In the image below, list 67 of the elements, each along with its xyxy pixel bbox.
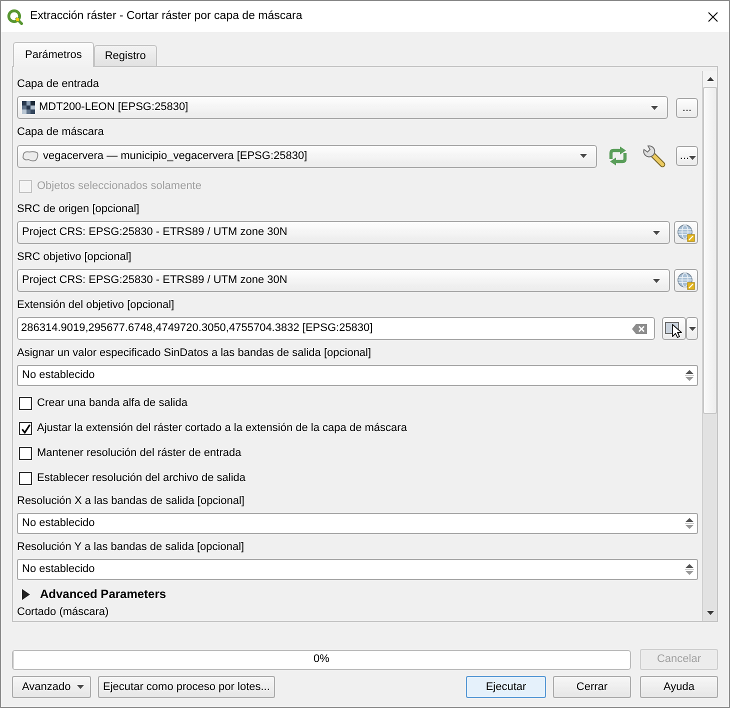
dialog-button[interactable]: Avanzado [12,676,91,698]
caret-icon [651,106,658,110]
checkbox[interactable] [19,447,32,460]
spin-box[interactable]: No establecido [17,559,698,580]
scrollbar-thumb[interactable] [703,87,717,414]
checkbox[interactable] [19,472,32,485]
crs-dropdown[interactable]: Project CRS: EPSG:25830 - ETRS89 / UTM zone 30N [17,269,670,292]
spin-arrows-icon[interactable] [685,516,694,531]
wrench-icon[interactable] [642,144,666,168]
collapsible-header[interactable]: Advanced Parameters [17,585,168,603]
layer-dropdown[interactable]: MDT200-LEON [EPSG:25830] [17,96,668,119]
field-label: SRC objetivo [opcional] [17,250,132,265]
map-cursor-icon [664,320,684,338]
field-label: Capa de máscara [17,125,104,140]
caret-icon [77,685,84,689]
clear-icon[interactable] [632,324,647,334]
crs-button[interactable] [674,221,698,244]
scroll-up-icon[interactable] [706,77,714,81]
checkbox-label: Mantener resolución del ráster de entrada [37,446,242,462]
field-label: Asignar un valor especificado SinDatos a las bandas de salida [opcional] [17,346,372,361]
browse-button[interactable]: ... [676,98,698,118]
close-icon[interactable] [708,12,718,22]
dialog-button[interactable]: Ejecutar como proceso por lotes... [98,676,275,698]
dialog-button[interactable]: Ayuda [640,676,718,698]
scroll-down-icon[interactable] [706,611,714,615]
field-label: SRC de origen [opcional] [17,202,140,217]
caret-icon [580,154,587,158]
extent-field[interactable]: 286314.9019,295677.6748,4749720.3050,4755704.3832 [EPSG:25830] [17,317,655,340]
globe-icon [677,272,695,290]
field-label: Resolución X a las bandas de salida [opcional] [17,494,244,509]
tab[interactable]: Registro [94,45,157,66]
checkbox-label: Objetos seleccionados solamente [37,179,202,194]
dialog-button[interactable]: Ejecutar [466,676,546,698]
checkbox-label: Establecer resolución del archivo de salida [37,471,246,486]
checkbox-label: Crear una banda alfa de salida [37,396,188,412]
caret-icon [653,278,660,282]
scrollbar[interactable] [702,71,717,621]
window-title: Extracción ráster - Cortar ráster por capa de máscara [30,8,302,24]
field-label: Extensión del objetivo [opcional] [17,298,174,313]
field-label: Cortado (máscara) [17,605,109,619]
refresh-icon[interactable] [607,145,629,167]
polygon-layer-icon [22,150,39,162]
spin-box[interactable]: No establecido [17,365,698,386]
checkmark-icon [20,424,30,434]
caret-icon [688,326,696,330]
spin-arrows-icon[interactable] [685,562,694,577]
progress-text: 0% [314,652,330,668]
dropdown-button[interactable] [686,317,698,340]
caret-icon [689,156,696,160]
checkbox[interactable] [19,397,32,410]
crs-dropdown[interactable]: Project CRS: EPSG:25830 - ETRS89 / UTM zone 30N [17,221,670,244]
crs-button[interactable] [674,269,698,292]
raster-layer-icon [22,101,35,114]
logo-icon [7,8,23,24]
caret-icon [653,230,660,234]
field-label: Capa de entrada [17,77,99,92]
field-label: Resolución Y a las bandas de salida [opcional] [17,540,244,555]
tab[interactable]: Parámetros [13,42,94,67]
spin-arrows-icon[interactable] [685,368,694,383]
layer-dropdown[interactable]: vegacervera — municipio_vegacervera [EPSG:25830] [17,144,597,168]
checkbox-label: Ajustar la extensión del ráster cortado a la extensión de la capa de máscara [37,421,407,436]
map-select-button[interactable] [662,317,686,340]
spin-box[interactable]: No establecido [17,513,698,534]
checkbox[interactable] [19,422,32,435]
dialog-button[interactable]: Cerrar [553,676,631,698]
globe-icon [677,224,695,242]
browse-button[interactable]: ... [676,146,698,166]
